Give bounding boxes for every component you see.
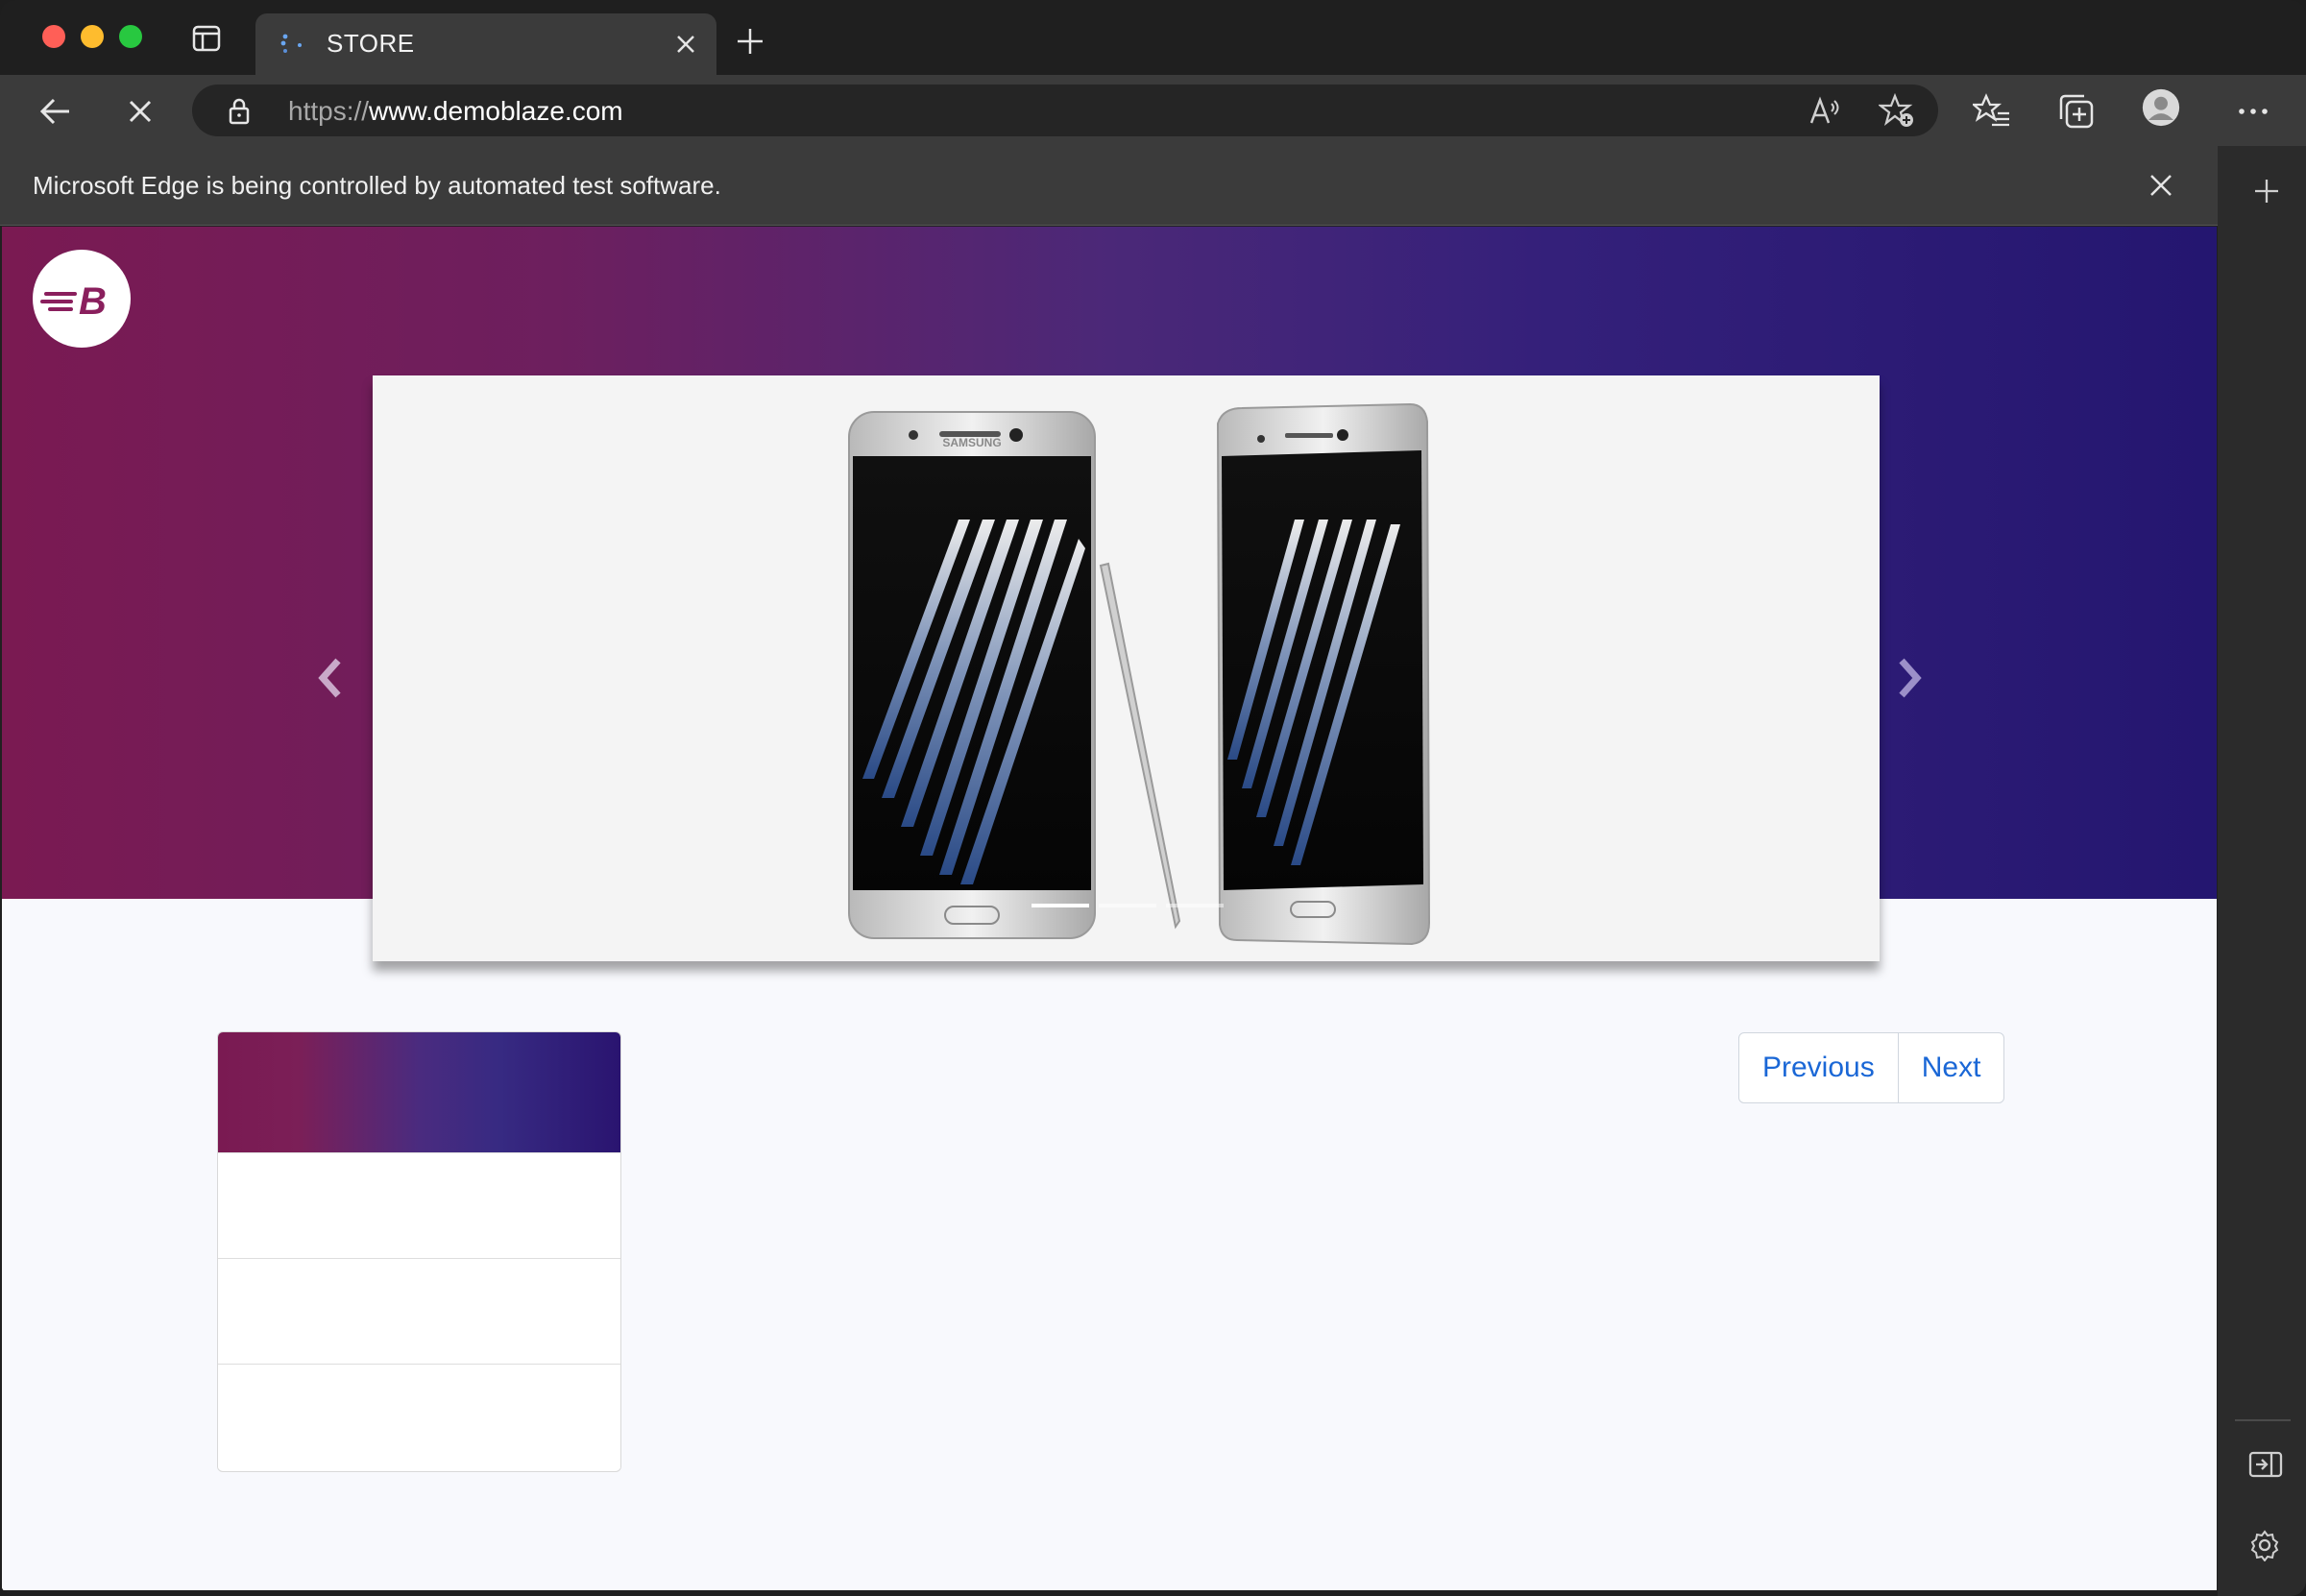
carousel-indicator[interactable] bbox=[1099, 904, 1156, 907]
stop-icon bbox=[129, 100, 152, 123]
back-arrow-icon bbox=[39, 98, 69, 125]
address-bar[interactable]: https://www.demoblaze.com bbox=[192, 85, 1938, 136]
close-icon[interactable] bbox=[2147, 171, 2175, 200]
add-favorite-icon[interactable] bbox=[1877, 92, 1915, 129]
read-aloud-icon[interactable] bbox=[1806, 92, 1842, 129]
back-button[interactable] bbox=[36, 92, 75, 131]
automation-infobar: Microsoft Edge is being controlled by au… bbox=[0, 146, 2218, 226]
profile-button[interactable] bbox=[2142, 88, 2186, 133]
profile-avatar-icon bbox=[2142, 88, 2180, 127]
phone-brand-label: SAMSUNG bbox=[942, 436, 1001, 449]
sidebar-add-button[interactable] bbox=[2252, 177, 2281, 206]
next-page-button[interactable]: Next bbox=[1897, 1033, 2004, 1102]
lock-icon[interactable] bbox=[225, 96, 254, 125]
carousel-indicator-active[interactable] bbox=[1032, 904, 1089, 907]
chevron-left-icon bbox=[318, 658, 341, 698]
carousel-prev-button[interactable] bbox=[311, 649, 350, 707]
tab-actions-icon[interactable] bbox=[192, 25, 221, 52]
tab-bar: STORE bbox=[0, 0, 2306, 75]
favorites-button[interactable] bbox=[1970, 92, 2011, 131]
tab-store[interactable]: STORE bbox=[255, 13, 716, 75]
new-tab-button[interactable] bbox=[736, 27, 765, 56]
previous-page-button[interactable]: Previous bbox=[1739, 1033, 1898, 1102]
browser-toolbar: https://www.demoblaze.com bbox=[0, 75, 2306, 146]
infobar-message: Microsoft Edge is being controlled by au… bbox=[33, 171, 721, 200]
page-content: B SAMSUNG Previous Next bbox=[2, 227, 2217, 1590]
gear-icon[interactable] bbox=[2248, 1529, 2281, 1562]
close-icon[interactable] bbox=[672, 31, 699, 58]
collections-button[interactable] bbox=[2057, 92, 2096, 131]
collections-icon bbox=[2059, 94, 2094, 129]
plus-icon bbox=[738, 29, 763, 54]
category-list bbox=[217, 1031, 621, 1472]
tab-title: STORE bbox=[327, 29, 415, 58]
stylus-image bbox=[1099, 562, 1181, 930]
chevron-right-icon bbox=[1899, 658, 1922, 698]
browser-window: STORE https://www.demoblaze.com Microsof… bbox=[0, 0, 2306, 1596]
store-logo[interactable]: B bbox=[33, 250, 131, 348]
minimize-window-button[interactable] bbox=[81, 25, 104, 48]
plus-icon bbox=[2255, 180, 2278, 203]
favorites-icon bbox=[1970, 93, 2009, 127]
logo-letter: B bbox=[79, 280, 107, 323]
sidebar-divider bbox=[2235, 1419, 2291, 1421]
url-host: www.demoblaze.com bbox=[369, 96, 623, 126]
phone-image-front: SAMSUNG bbox=[848, 411, 1096, 939]
category-list-header[interactable] bbox=[218, 1032, 620, 1152]
sidebar-collapse-icon[interactable] bbox=[2248, 1450, 2283, 1479]
url-protocol: https:// bbox=[288, 96, 370, 126]
category-item[interactable] bbox=[218, 1152, 620, 1258]
stop-button[interactable] bbox=[121, 92, 159, 131]
carousel-next-button[interactable] bbox=[1890, 649, 1929, 707]
edge-sidebar bbox=[2218, 146, 2306, 1596]
url-text: https://www.demoblaze.com bbox=[288, 96, 623, 127]
category-item[interactable] bbox=[218, 1258, 620, 1364]
product-carousel[interactable]: SAMSUNG bbox=[373, 375, 1880, 961]
loading-spinner-icon bbox=[279, 31, 305, 58]
pagination: Previous Next bbox=[1738, 1032, 2005, 1103]
more-icon bbox=[2239, 109, 2268, 114]
more-button[interactable] bbox=[2234, 92, 2272, 131]
close-window-button[interactable] bbox=[42, 25, 65, 48]
category-item[interactable] bbox=[218, 1364, 620, 1469]
carousel-indicator[interactable] bbox=[1166, 904, 1224, 907]
zoom-window-button[interactable] bbox=[119, 25, 142, 48]
phone-image-angled bbox=[1216, 402, 1431, 946]
